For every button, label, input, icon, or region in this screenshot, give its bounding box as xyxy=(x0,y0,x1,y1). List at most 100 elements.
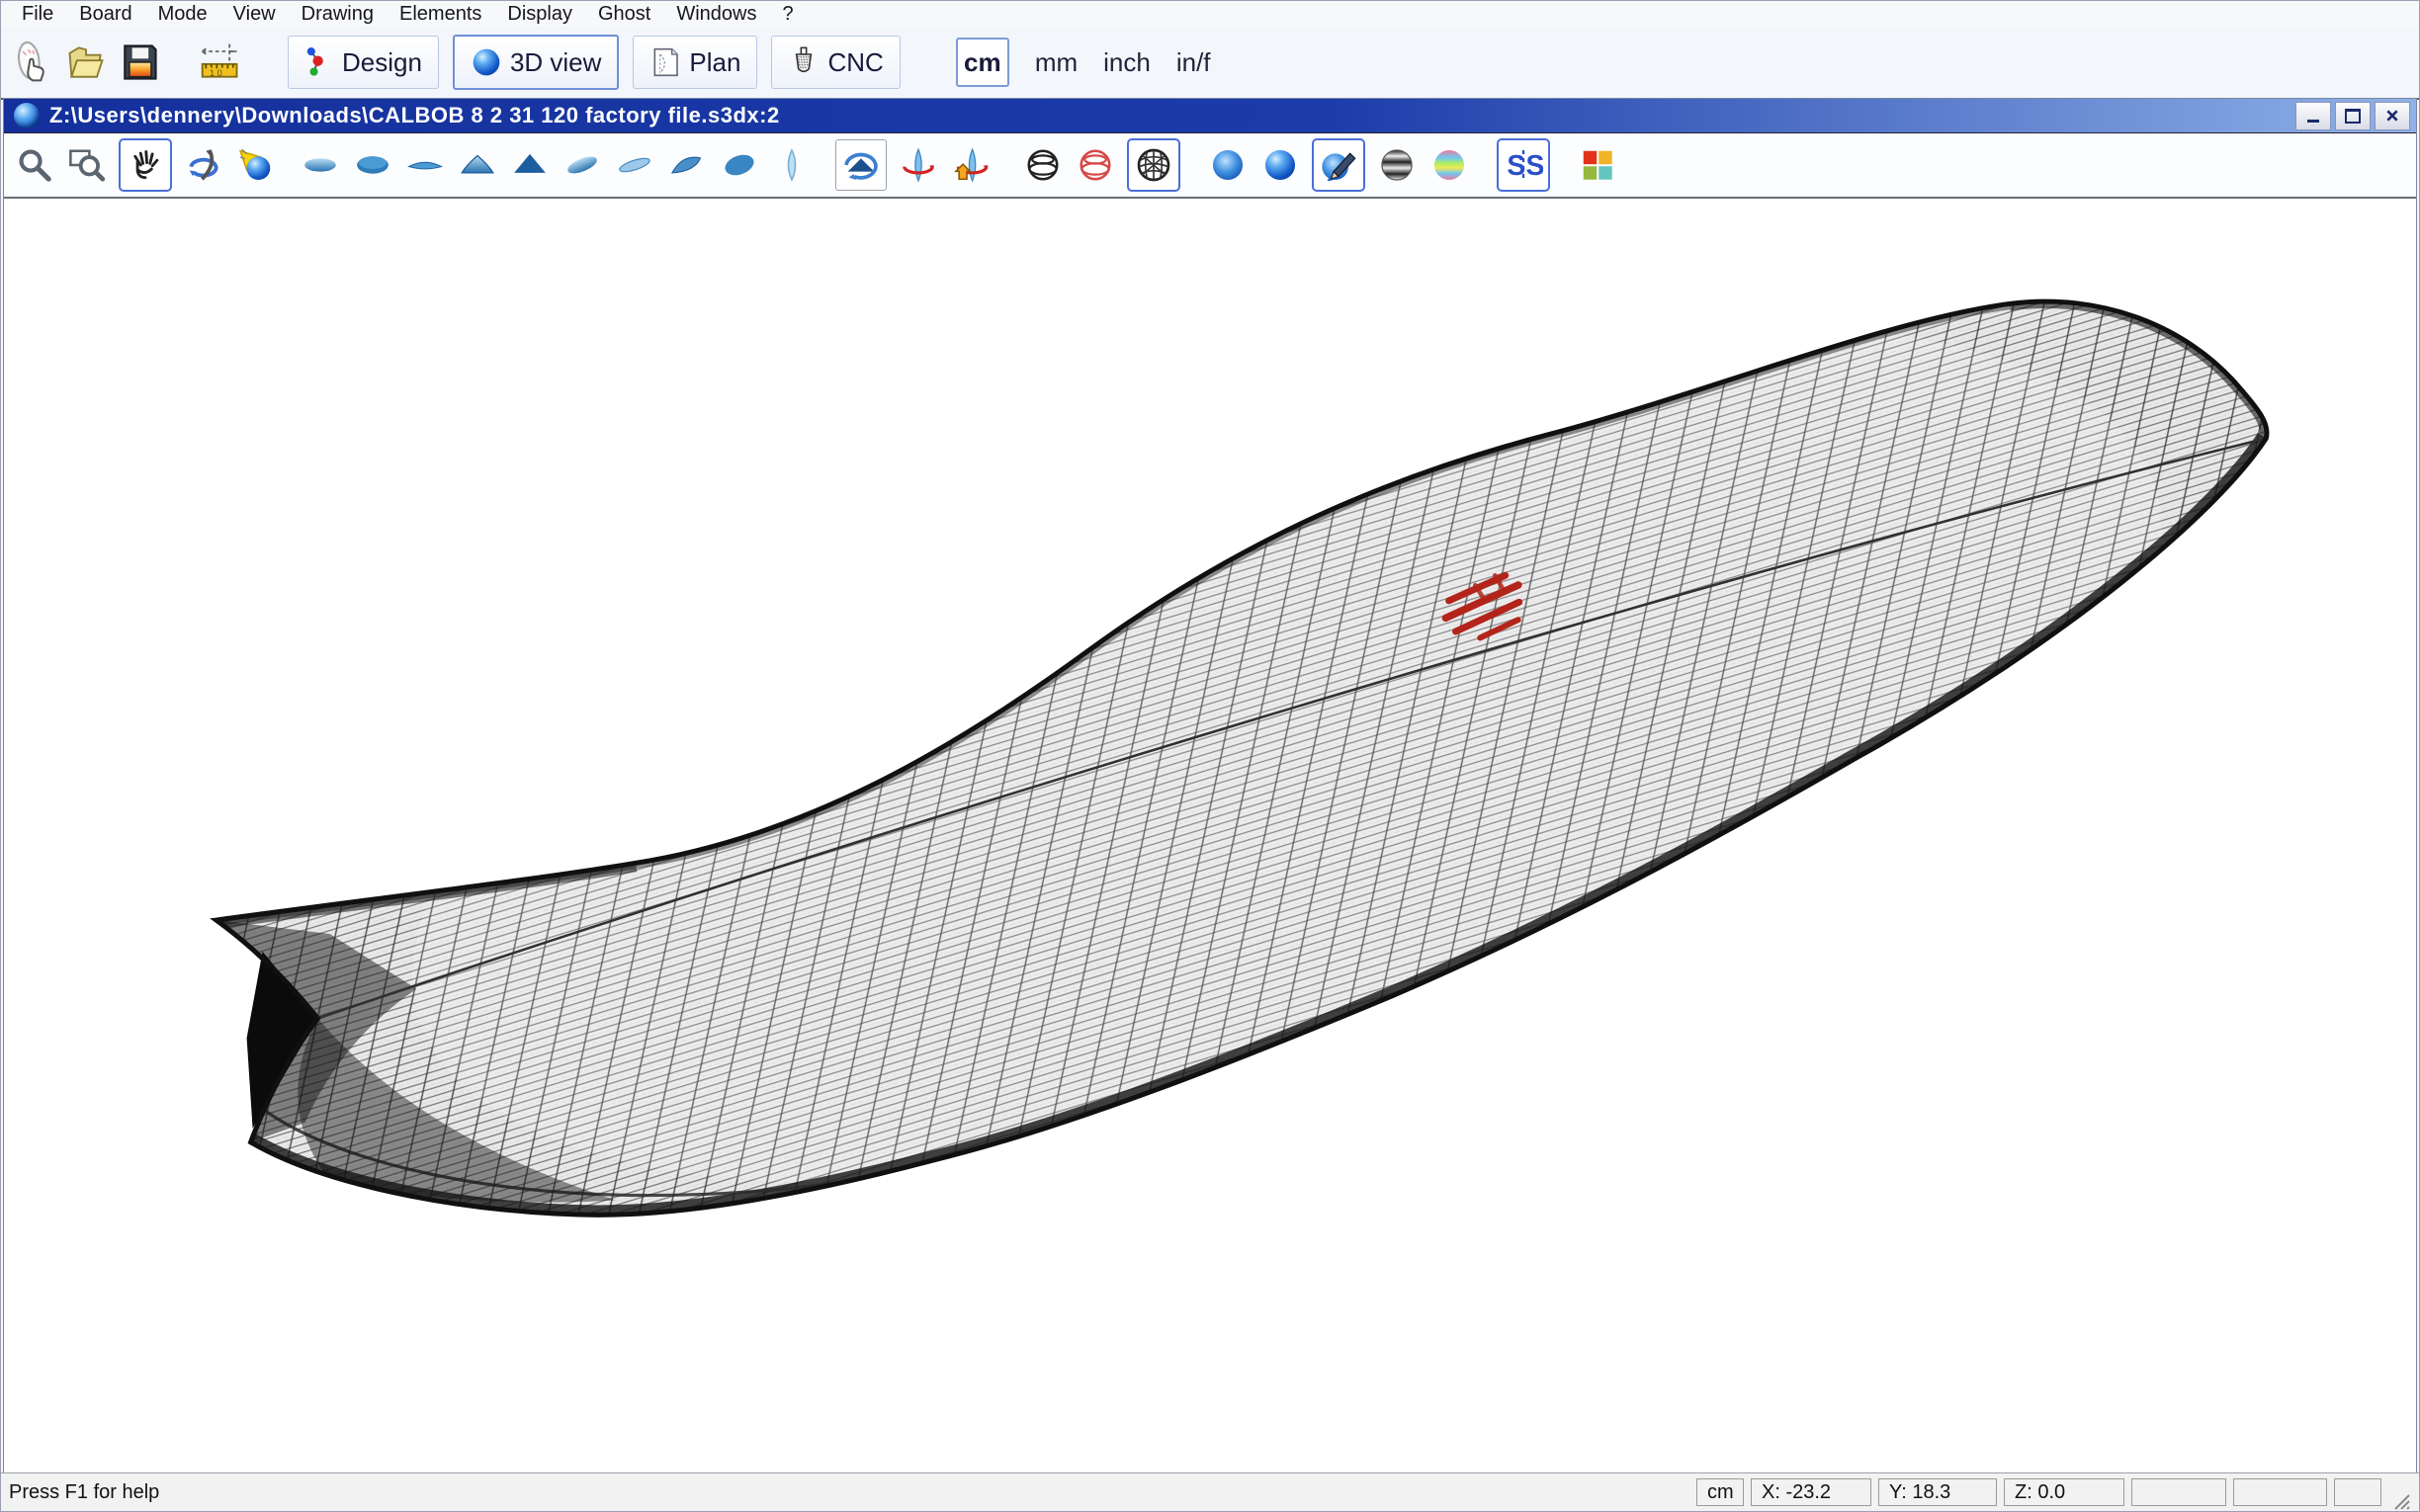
3d-canvas[interactable] xyxy=(4,199,2416,1472)
cnc-mode-button[interactable]: CNC xyxy=(771,36,900,89)
menu-view[interactable]: View xyxy=(220,2,289,27)
wireframe-sphere-button[interactable] xyxy=(1022,142,1064,188)
save-button[interactable] xyxy=(116,38,163,87)
menu-windows[interactable]: Windows xyxy=(663,2,769,27)
mesh-sphere-button[interactable] xyxy=(1127,138,1180,192)
pan-hand-icon xyxy=(127,146,164,184)
auto-rotate-button[interactable] xyxy=(835,139,887,191)
zebra-sphere-icon xyxy=(1378,146,1416,184)
view-perspective-4-icon xyxy=(721,146,758,184)
zoom-window-icon xyxy=(68,146,106,184)
plan-mode-label: Plan xyxy=(689,47,740,78)
plan-mode-button[interactable]: Plan xyxy=(633,36,757,89)
flip-board-button[interactable] xyxy=(950,142,992,188)
view-outline-icon xyxy=(773,146,811,184)
menu-ghost[interactable]: Ghost xyxy=(585,2,663,27)
view-outline-button[interactable] xyxy=(771,142,813,188)
shaded-sphere-button[interactable] xyxy=(1207,142,1249,188)
status-empty-1 xyxy=(2131,1478,2226,1506)
view-perspective-1-button[interactable] xyxy=(562,142,603,188)
pan-hand-button[interactable] xyxy=(119,138,172,192)
view-front-button[interactable] xyxy=(457,142,498,188)
menu-file[interactable]: File xyxy=(9,2,66,27)
unit-mm[interactable]: mm xyxy=(1035,47,1078,78)
new-board-button[interactable] xyxy=(9,38,56,87)
menu-drawing[interactable]: Drawing xyxy=(289,2,387,27)
view-perspective-4-button[interactable] xyxy=(719,142,760,188)
view-side-icon xyxy=(406,146,444,184)
view-perspective-2-button[interactable] xyxy=(614,142,655,188)
wireframe-sphere-red-button[interactable] xyxy=(1075,142,1116,188)
3d-view-mode-button[interactable]: 3D view xyxy=(453,35,619,90)
dimensions-button[interactable]: 1 0 xyxy=(197,38,244,87)
view-side-button[interactable] xyxy=(404,142,446,188)
minimize-button[interactable] xyxy=(2295,102,2331,130)
view-deck-icon xyxy=(302,146,339,184)
status-help-text: Press F1 for help xyxy=(9,1481,159,1504)
close-icon xyxy=(2385,109,2399,123)
shaded-sphere-icon xyxy=(1209,146,1247,184)
rotate-rail-icon xyxy=(900,146,937,184)
open-button[interactable] xyxy=(62,38,110,87)
maximize-button[interactable] xyxy=(2335,102,2371,130)
rainbow-sphere-icon xyxy=(1430,146,1468,184)
zoom-icon xyxy=(16,146,53,184)
maximize-icon xyxy=(2345,109,2361,124)
rotate-view-button[interactable] xyxy=(183,142,224,188)
unit-selector: cm mm inch in/f xyxy=(956,38,1211,87)
rotate-rail-button[interactable] xyxy=(898,142,939,188)
mesh-sphere-icon xyxy=(1134,145,1173,185)
status-unit: cm xyxy=(1696,1478,1744,1506)
rainbow-sphere-button[interactable] xyxy=(1428,142,1470,188)
unit-cm-selected[interactable]: cm xyxy=(956,38,1009,87)
application-window: File Board Mode View Drawing Elements Di… xyxy=(0,0,2420,1512)
resize-grip[interactable] xyxy=(2389,1489,2411,1511)
view-front-icon xyxy=(459,146,496,184)
menu-elements[interactable]: Elements xyxy=(387,2,494,27)
zoom-window-button[interactable] xyxy=(66,142,108,188)
menu-board[interactable]: Board xyxy=(66,2,144,27)
status-empty-2 xyxy=(2233,1478,2327,1506)
color-palette-button[interactable] xyxy=(1577,142,1618,188)
surfboard-wireframe-model[interactable] xyxy=(4,199,2416,1472)
svg-text:1 0: 1 0 xyxy=(210,68,222,78)
design-mode-button[interactable]: Design xyxy=(288,36,439,89)
cnc-mode-icon xyxy=(788,46,820,78)
unit-inch[interactable]: inch xyxy=(1103,47,1151,78)
flip-board-icon xyxy=(952,146,990,184)
view-perspective-3-button[interactable] xyxy=(666,142,708,188)
view-perspective-1-icon xyxy=(563,146,601,184)
view-bottom-button[interactable] xyxy=(352,142,393,188)
design-mode-icon xyxy=(304,45,334,79)
paint-sphere-button[interactable] xyxy=(1312,138,1365,192)
zoom-button[interactable] xyxy=(14,142,55,188)
shaded-sphere-2-button[interactable] xyxy=(1259,142,1301,188)
menu-mode[interactable]: Mode xyxy=(145,2,220,27)
3d-view-mode-icon xyxy=(471,46,502,78)
rotate-view-icon xyxy=(185,146,222,184)
symmetry-button[interactable]: S S xyxy=(1497,138,1550,192)
close-button[interactable] xyxy=(2375,102,2410,130)
document-window: Z:\Users\dennery\Downloads\CALBOB 8 2 31… xyxy=(3,98,2417,1473)
render-light-button[interactable] xyxy=(235,142,277,188)
document-title: Z:\Users\dennery\Downloads\CALBOB 8 2 31… xyxy=(49,103,2291,128)
unit-inf[interactable]: in/f xyxy=(1176,47,1211,78)
view-toolbar: S S xyxy=(4,133,2416,199)
view-tail-button[interactable] xyxy=(509,142,551,188)
plan-mode-icon xyxy=(649,46,681,78)
dimensions-ruler-icon: 1 0 xyxy=(199,41,242,84)
paint-sphere-icon xyxy=(1319,145,1358,185)
status-x-coordinate: X: -23.2 xyxy=(1751,1478,1871,1506)
new-board-pointer-icon xyxy=(11,41,54,84)
render-light-icon xyxy=(237,146,275,184)
view-deck-button[interactable] xyxy=(300,142,341,188)
document-titlebar[interactable]: Z:\Users\dennery\Downloads\CALBOB 8 2 31… xyxy=(4,99,2416,133)
view-perspective-3-icon xyxy=(668,146,706,184)
menu-display[interactable]: Display xyxy=(494,2,585,27)
auto-rotate-icon xyxy=(841,145,881,185)
shaded-sphere-2-icon xyxy=(1261,146,1299,184)
zebra-sphere-button[interactable] xyxy=(1376,142,1418,188)
status-y-coordinate: Y: 18.3 xyxy=(1878,1478,1997,1506)
document-icon xyxy=(14,103,40,128)
menu-help[interactable]: ? xyxy=(769,2,806,27)
